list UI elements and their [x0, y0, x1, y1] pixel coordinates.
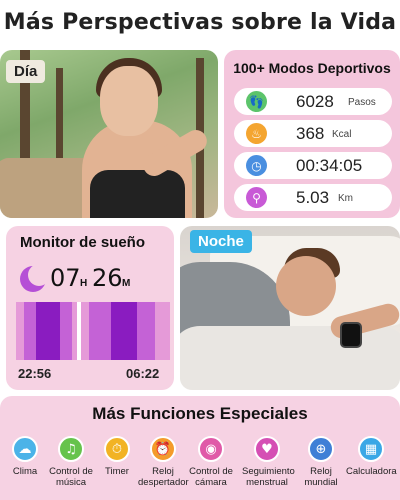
function-calculator: ▦ Calculadora	[346, 436, 397, 477]
music-icon: ♫	[58, 436, 84, 462]
function-label: Reloj despertador	[138, 466, 189, 488]
page-title: Más Perspectivas sobre la Vida	[3, 10, 397, 35]
sleep-stage-bar	[16, 302, 24, 360]
steps-metric: 👣 6028 Pasos	[234, 88, 392, 115]
sleep-monitor-panel: Monitor de sueño 07 H 26 M 22:56 06:22	[6, 226, 174, 390]
camera-icon: ◉	[198, 436, 224, 462]
footprints-icon: 👣	[246, 91, 267, 112]
special-functions-panel: Más Funciones Especiales ☁ Clima ♫ Contr…	[0, 396, 400, 500]
sleep-stage-bar	[111, 302, 137, 360]
heart-icon: ♥	[254, 436, 280, 462]
function-menstrual-tracking: ♥ Seguimiento menstrual	[242, 436, 295, 488]
timer-icon: ⏱	[104, 436, 130, 462]
function-weather: ☁ Clima	[0, 436, 50, 477]
sleep-stages-chart	[16, 302, 170, 360]
function-music-control: ♫ Control de música	[46, 436, 96, 488]
calories-unit: Kcal	[332, 129, 352, 140]
function-camera-control: ◉ Control de cámara	[186, 436, 236, 488]
day-tag: Día	[6, 60, 46, 83]
function-label: Control de cámara	[189, 466, 233, 488]
sports-title: 100+ Modos Deportivos	[233, 60, 391, 76]
location-pin-icon: ⚲	[246, 187, 267, 208]
sleep-minutes: 26	[92, 264, 123, 292]
smartwatch	[340, 322, 362, 348]
sleep-minutes-unit: M	[122, 278, 131, 289]
sleep-stage-bar	[36, 302, 60, 360]
sleep-end-time: 06:22	[126, 366, 160, 381]
flame-icon: ♨	[246, 123, 267, 144]
calories-value: 368	[296, 124, 325, 143]
sleep-stage-bar	[89, 302, 111, 360]
function-label: Timer	[105, 466, 129, 477]
clock-icon: ◷	[246, 155, 267, 176]
sleep-stage-bar	[24, 302, 36, 360]
calories-metric: ♨ 368 Kcal	[234, 120, 392, 147]
moon-icon	[20, 264, 50, 292]
function-label: Calculadora	[346, 466, 397, 477]
alarm-clock-icon: ⏰	[150, 436, 176, 462]
globe-icon: ⊕	[308, 436, 334, 462]
duration-value: 00:34:05	[296, 156, 363, 175]
sleep-title: Monitor de sueño	[20, 234, 145, 251]
functions-title: Más Funciones Especiales	[92, 404, 308, 423]
blanket	[180, 326, 400, 390]
steps-value: 6028	[296, 92, 334, 111]
sleep-stage-bar	[155, 302, 170, 360]
distance-unit: Km	[338, 193, 353, 204]
weather-icon: ☁	[12, 436, 38, 462]
calculator-icon: ▦	[358, 436, 384, 462]
sleep-stage-bar	[60, 302, 72, 360]
night-tag: Noche	[190, 230, 252, 253]
woman-head	[100, 66, 158, 136]
sleep-stage-bar	[137, 302, 155, 360]
function-world-clock: ⊕ Reloj mundial	[296, 436, 346, 488]
function-label: Reloj mundial	[304, 466, 338, 488]
sports-modes-panel: 100+ Modos Deportivos 👣 6028 Pasos ♨ 368…	[224, 50, 400, 218]
sports-top	[90, 170, 185, 218]
function-timer: ⏱ Timer	[92, 436, 142, 477]
function-label: Seguimiento menstrual	[242, 466, 295, 488]
function-label: Control de música	[49, 466, 93, 488]
distance-value: 5.03	[296, 188, 330, 207]
sleep-hours-unit: H	[80, 278, 88, 289]
duration-metric: ◷ 00:34:05	[234, 152, 392, 179]
steps-unit: Pasos	[348, 97, 376, 108]
sleep-hours: 07	[50, 264, 81, 292]
distance-metric: ⚲ 5.03 Km	[234, 184, 392, 211]
man-head	[276, 256, 336, 316]
function-alarm-clock: ⏰ Reloj despertador	[138, 436, 189, 488]
sleep-start-time: 22:56	[18, 366, 52, 381]
sleep-stage-bar	[81, 302, 89, 360]
function-label: Clima	[12, 466, 38, 477]
